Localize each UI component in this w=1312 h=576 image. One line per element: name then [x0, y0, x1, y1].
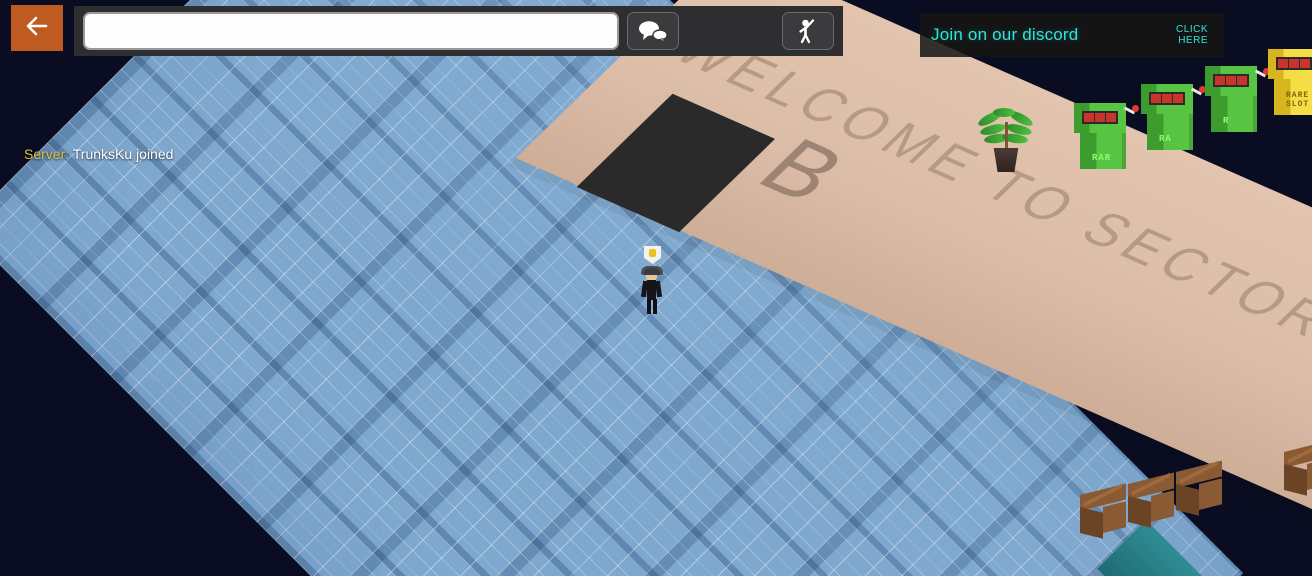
chat-input[interactable]: [83, 12, 619, 50]
crate-face-left: [1080, 507, 1103, 539]
slot-reel: [1215, 76, 1225, 85]
avatar-torso: [647, 280, 656, 300]
chat-toolbar: [74, 6, 843, 56]
crate-face-left: [1284, 464, 1307, 496]
slot-reel: [1151, 94, 1161, 103]
slot-machine-rare[interactable]: RARE SLOT: [1268, 49, 1312, 115]
slot-label: R: [1223, 116, 1230, 126]
chat-line-prefix: Server:: [24, 146, 70, 162]
slot-reel: [1173, 94, 1183, 103]
chat-log-line: Server: TrunksKu joined: [0, 140, 560, 168]
slot-reel: [1095, 113, 1105, 122]
slot-screen: [1082, 111, 1118, 124]
slot-machine[interactable]: RA: [1141, 84, 1206, 150]
discord-cta-line-1: CLICK: [1176, 24, 1208, 35]
avatar-leg-left: [647, 299, 651, 314]
arrow-left-icon: [24, 15, 50, 42]
discord-banner[interactable]: Join on our discord CLICK HERE: [920, 13, 1224, 57]
chat-bubbles-icon: [638, 20, 668, 42]
crate[interactable]: [1128, 472, 1174, 528]
player-avatar[interactable]: [636, 246, 668, 314]
crate[interactable]: [1080, 483, 1126, 539]
slot-head: [1074, 103, 1139, 133]
slot-base: RA: [1147, 114, 1193, 150]
crate[interactable]: [1176, 460, 1222, 516]
slot-head: [1268, 49, 1312, 79]
person-raising-hand-icon: [796, 18, 820, 44]
slot-screen: [1276, 57, 1312, 70]
slot-label-rare: RARE SLOT: [1286, 91, 1310, 109]
emote-button[interactable]: [782, 12, 834, 50]
slot-machine[interactable]: RAR: [1074, 103, 1139, 169]
game-world-viewport[interactable]: WELCOME TO SECTOR B RAR RA R RARE SLOT: [0, 0, 1312, 576]
chat-log: Server: TrunksKu joined: [0, 140, 560, 168]
moderator-badge-icon: [644, 246, 661, 264]
slot-reel: [1300, 59, 1310, 68]
slot-reel: [1237, 76, 1247, 85]
slot-head: [1205, 66, 1270, 96]
slot-base: RARE SLOT: [1274, 79, 1312, 115]
slot-reel: [1162, 94, 1172, 103]
slot-screen: [1213, 74, 1249, 87]
crate-face-left: [1128, 496, 1151, 528]
avatar-leg-right: [653, 299, 657, 314]
slot-lever-knob[interactable]: [1132, 105, 1139, 112]
game-screen: WELCOME TO SECTOR B RAR RA R RARE SLOT S…: [0, 0, 1312, 576]
discord-banner-cta: CLICK HERE: [1176, 24, 1208, 46]
back-button[interactable]: [11, 5, 63, 51]
crate-face-right: [1151, 490, 1174, 522]
slot-reel: [1289, 59, 1299, 68]
chat-line-message: TrunksKu joined: [69, 146, 174, 162]
crate-face-right: [1103, 501, 1126, 533]
slot-reel: [1226, 76, 1236, 85]
slot-reel: [1084, 113, 1094, 122]
crate-face-right: [1199, 478, 1222, 510]
slot-screen: [1149, 92, 1185, 105]
slot-machine[interactable]: R: [1205, 66, 1270, 132]
plant-pot: [993, 148, 1019, 172]
slot-reel: [1278, 59, 1288, 68]
slot-label: RAR: [1092, 153, 1112, 163]
crate-face-left: [1176, 484, 1199, 516]
crate[interactable]: [1284, 440, 1312, 496]
avatar-hat: [644, 268, 660, 275]
slot-base: R: [1211, 96, 1257, 132]
plant-frond: [993, 108, 1015, 117]
crate-face-right: [1307, 458, 1312, 490]
discord-banner-title: Join on our discord: [931, 25, 1079, 44]
slot-reel: [1106, 113, 1116, 122]
potted-plant: [976, 100, 1035, 172]
discord-cta-line-2: HERE: [1178, 35, 1208, 46]
chat-button[interactable]: [627, 12, 679, 50]
slot-label: RA: [1159, 134, 1172, 144]
plant-stem: [1005, 122, 1008, 152]
slot-base: RAR: [1080, 133, 1126, 169]
slot-head: [1141, 84, 1206, 114]
